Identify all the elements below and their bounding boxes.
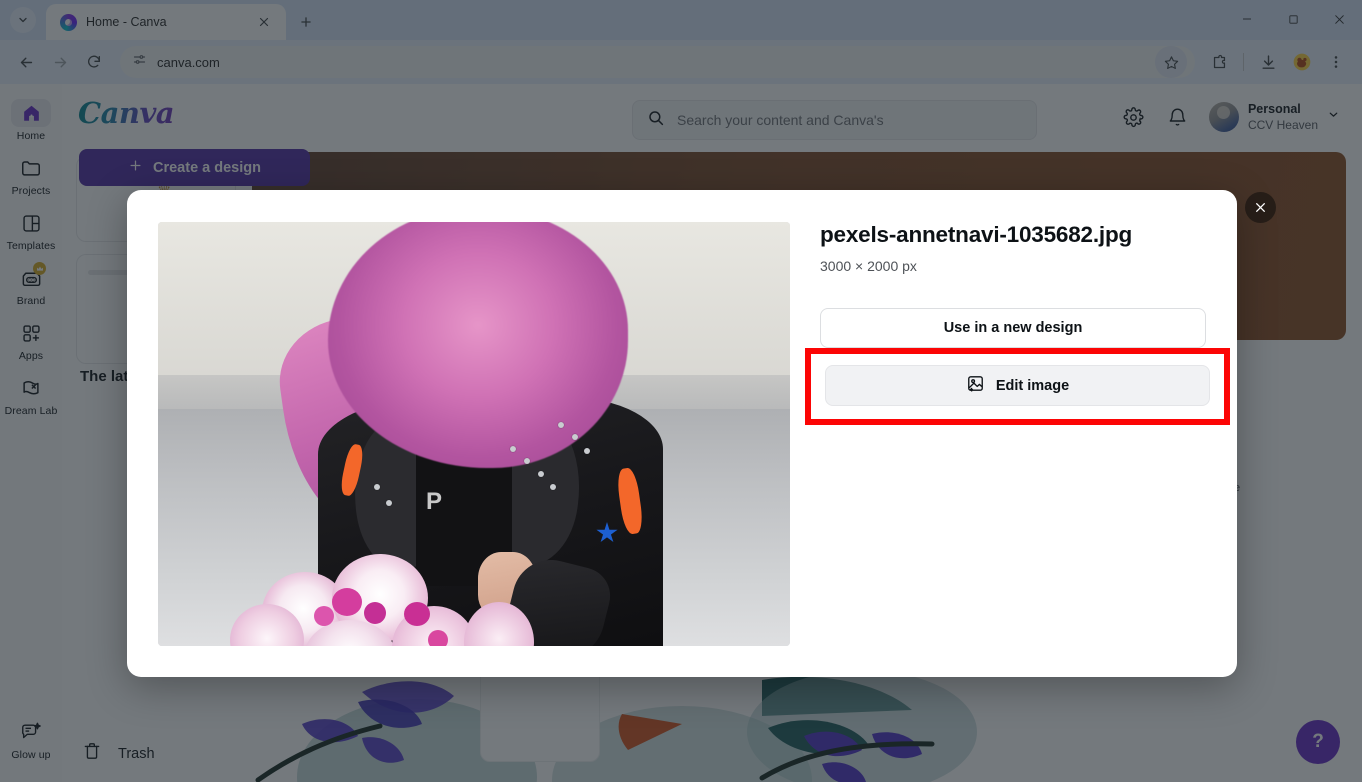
file-dimensions: 3000 × 2000 px — [820, 258, 917, 274]
edit-image-label: Edit image — [995, 377, 1070, 394]
file-name: pexels-annetnavi-1035682.jpg — [820, 222, 1133, 247]
image-info-panel: pexels-annetnavi-1035682.jpg 3000 × 2000… — [820, 222, 1206, 348]
edit-image-icon — [966, 374, 985, 397]
highlight-annotation: Edit image — [805, 348, 1230, 425]
edit-image-button[interactable]: Edit image — [825, 365, 1210, 406]
close-icon[interactable] — [1245, 192, 1276, 223]
image-preview[interactable]: P — [158, 222, 790, 646]
image-detail-modal: P pexels-annetnavi-1035682.jpg 3000 × 20… — [127, 190, 1237, 677]
photo-tshirt-graphic: P — [426, 488, 444, 515]
use-in-new-design-button[interactable]: Use in a new design — [820, 308, 1206, 348]
photo-bouquet — [228, 544, 534, 646]
